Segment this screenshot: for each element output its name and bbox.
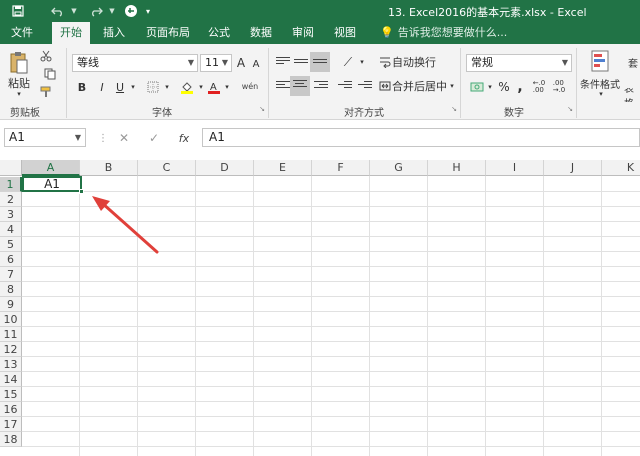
annotation-arrow: [92, 196, 159, 254]
